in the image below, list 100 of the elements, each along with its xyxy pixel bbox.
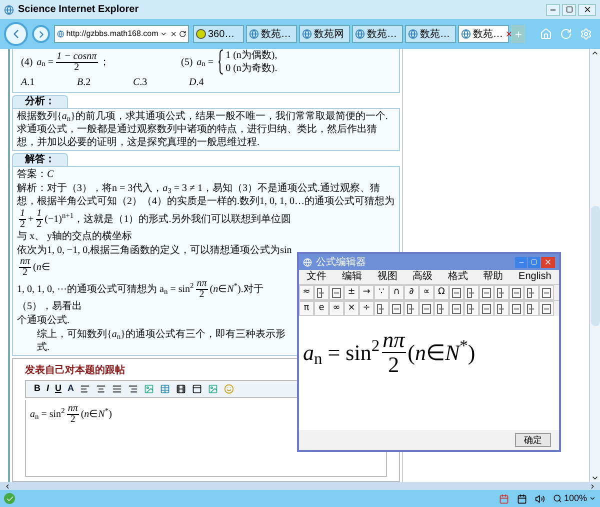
symbol-button[interactable] [404, 301, 419, 316]
speaker-icon[interactable] [534, 494, 545, 504]
symbol-button[interactable] [389, 301, 404, 316]
browser-tab[interactable]: 数苑… [246, 25, 297, 43]
menu-item[interactable]: 高级 [412, 272, 433, 282]
symbol-button[interactable] [314, 285, 329, 300]
symbol-button[interactable]: ∂ [404, 285, 419, 300]
formula-template-icon [512, 304, 521, 314]
close-icon [544, 258, 552, 266]
answer-choice: D.4 [189, 76, 205, 90]
formula-template-icon [542, 288, 551, 298]
zoom-button[interactable]: 100% [552, 492, 596, 506]
symbol-button[interactable]: Ω [434, 285, 449, 300]
symbol-button[interactable]: → [359, 285, 374, 300]
caret-icon [589, 495, 596, 502]
scroll-right-icon[interactable] [589, 482, 596, 490]
dropdown-icon[interactable] [160, 30, 168, 38]
menu-item[interactable]: 格式 [448, 272, 468, 282]
close-button[interactable] [578, 4, 596, 16]
align-right-icon[interactable] [128, 384, 138, 394]
minimize-button[interactable] [546, 4, 560, 16]
symbol-button[interactable]: ∝ [419, 285, 434, 300]
maximize-button[interactable] [562, 4, 576, 16]
symbol-button[interactable]: ≈ [299, 285, 314, 300]
symbol-button[interactable]: × [344, 301, 359, 316]
menu-item[interactable]: 编辑 [342, 272, 362, 282]
symbol-button[interactable] [419, 301, 434, 316]
scroll-thumb[interactable] [590, 206, 600, 326]
image-icon[interactable] [144, 384, 154, 394]
refresh-icon[interactable] [178, 30, 186, 38]
ok-button[interactable]: 确定 [515, 433, 551, 447]
plus-icon [514, 30, 522, 38]
symbol-button[interactable] [434, 301, 449, 316]
symbol-button[interactable] [449, 285, 464, 300]
film-icon[interactable] [176, 384, 186, 394]
symbol-button[interactable] [524, 285, 539, 300]
browser-tab[interactable]: 数苑… [352, 25, 403, 43]
align-center-icon[interactable] [96, 384, 106, 394]
symbol-button[interactable] [464, 285, 479, 300]
menu-item[interactable]: 文件 [306, 272, 327, 282]
symbol-button[interactable] [524, 301, 539, 316]
format-button[interactable]: A [68, 382, 74, 396]
symbol-button[interactable] [464, 301, 479, 316]
symbol-button[interactable] [329, 285, 344, 300]
window-title: Science Internet Explorer [18, 3, 139, 17]
format-button[interactable]: B [34, 382, 40, 396]
calendar-icon[interactable] [516, 494, 527, 504]
symbol-button[interactable] [494, 301, 509, 316]
symbol-button[interactable]: π [299, 301, 314, 316]
picture-icon[interactable] [208, 384, 218, 394]
page-icon [302, 29, 312, 39]
align-justify-icon[interactable] [112, 384, 122, 394]
answer-line: 综上，可知数列{a$_{n}$}的通项公式有三个，即有三种表示形式. [36, 328, 286, 354]
symbol-button[interactable]: ± [344, 285, 359, 300]
symbol-button[interactable]: e [314, 301, 329, 316]
maximize-icon [531, 259, 537, 265]
answer-line: 个通项公式. [17, 314, 70, 327]
page-icon [355, 29, 365, 39]
scroll-down-icon[interactable] [591, 474, 599, 482]
formula-template-icon [452, 288, 461, 298]
answer-line: 答案：C [17, 168, 55, 181]
menu-item[interactable]: 视图 [377, 272, 398, 282]
scroll-up-icon[interactable] [591, 49, 599, 57]
close-icon [582, 5, 592, 14]
formula-template-icon [467, 288, 476, 298]
format-button[interactable]: I [46, 382, 50, 396]
symbol-button[interactable]: ÷ [359, 301, 374, 316]
address-bar[interactable]: http://gzbbs.math168.com [54, 25, 189, 43]
formula-template-icon [527, 304, 536, 314]
symbol-button[interactable] [539, 285, 554, 300]
symbol-button[interactable] [509, 301, 524, 316]
window-icon[interactable] [192, 384, 202, 394]
symbol-button[interactable] [509, 285, 524, 300]
stop-icon[interactable] [170, 30, 177, 38]
browser-tab[interactable]: 数苑… [458, 25, 509, 43]
formula-template-icon [512, 288, 521, 298]
symbol-button[interactable] [479, 301, 494, 316]
browser-tab[interactable]: 360… [193, 25, 244, 43]
symbol-button[interactable] [539, 301, 554, 316]
formula-template-icon [542, 304, 551, 314]
browser-tab[interactable]: 数苑… [405, 25, 456, 43]
formula-template-icon [332, 288, 341, 298]
app-icon [303, 258, 312, 266]
magnifier-icon [552, 494, 562, 503]
analysis-box: 根据数列{a$_{n}$}的前几项，求其通项公式，结果一般不唯一，我们常常取最简便的一个.求通项公式，一般都是通过观察数列中诸项的特点，进行归纳、类比，然后作出猜想，并加以必要的证明，这是探究真理的一般思维过程. [12, 108, 400, 151]
symbol-button[interactable] [374, 301, 389, 316]
symbol-button[interactable] [479, 285, 494, 300]
scroll-left-icon[interactable] [4, 482, 11, 490]
symbol-button[interactable]: ∩ [389, 285, 404, 300]
format-button[interactable]: U [55, 382, 62, 396]
symbol-button[interactable] [494, 285, 509, 300]
browser-tab[interactable]: 数苑网 [299, 25, 350, 43]
symbol-button[interactable] [449, 301, 464, 316]
symbol-button[interactable]: ∵ [374, 285, 389, 300]
dialog-title: 公式编辑器 [316, 256, 366, 270]
table-icon[interactable] [160, 384, 170, 394]
symbol-button[interactable]: ∞ [329, 301, 344, 316]
align-left-icon[interactable] [80, 384, 90, 394]
menu-item[interactable]: English [518, 272, 552, 282]
menu-item[interactable]: 帮助 [483, 272, 504, 282]
